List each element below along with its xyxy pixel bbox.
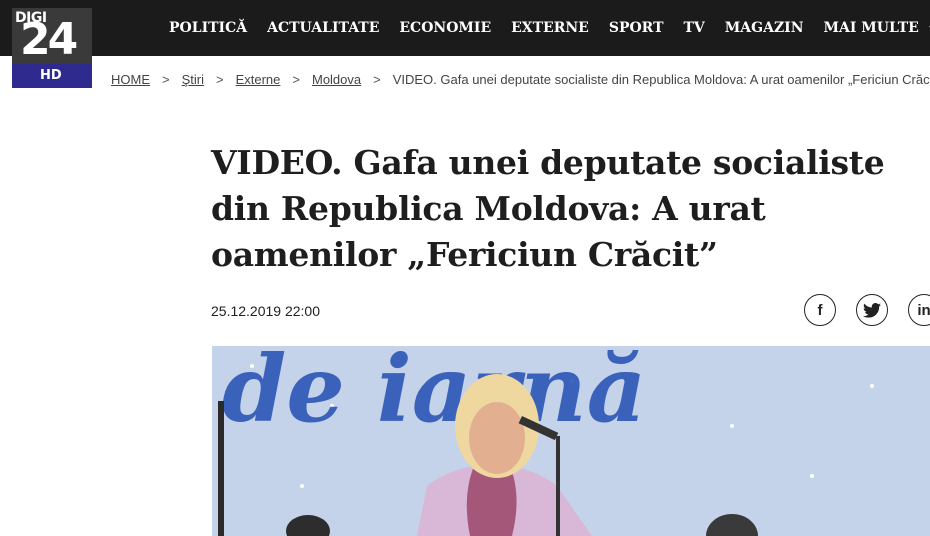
top-navigation-bar: POLITICĂ ACTUALITATE ECONOMIE EXTERNE SP… bbox=[0, 0, 930, 56]
article-title: VIDEO. Gafa unei deputate socialiste din… bbox=[211, 143, 885, 274]
hero-banner-text: de iarnă bbox=[222, 346, 646, 443]
logo-number: 24 bbox=[20, 14, 78, 65]
twitter-share-button[interactable] bbox=[856, 294, 888, 326]
breadcrumb-separator: > bbox=[162, 72, 170, 87]
share-buttons: f in bbox=[804, 294, 930, 326]
article-hero-image[interactable]: de iarnă bbox=[212, 346, 930, 536]
logo-block: DIGI 24 bbox=[12, 8, 92, 64]
facebook-share-button[interactable]: f bbox=[804, 294, 836, 326]
breadcrumb-externe[interactable]: Externe bbox=[236, 72, 281, 87]
breadcrumb-home[interactable]: HOME bbox=[111, 72, 150, 87]
facebook-icon: f bbox=[817, 301, 823, 319]
nav-item-sport[interactable]: SPORT bbox=[609, 20, 664, 36]
article-date: 25.12.2019 22:00 bbox=[211, 303, 320, 319]
nav-item-tv[interactable]: TV bbox=[683, 20, 704, 36]
mai-multe-label: MAI MULTE bbox=[823, 20, 919, 36]
breadcrumb-current: VIDEO. Gafa unei deputate socialiste din… bbox=[392, 72, 930, 87]
site-logo[interactable]: DIGI 24 HD bbox=[12, 8, 92, 88]
logo-hd-badge: HD bbox=[12, 64, 92, 88]
twitter-icon bbox=[863, 302, 881, 318]
breadcrumb-separator: > bbox=[292, 72, 300, 87]
linkedin-icon: in bbox=[917, 301, 930, 319]
breadcrumb-moldova[interactable]: Moldova bbox=[312, 72, 361, 87]
nav-item-politica[interactable]: POLITICĂ bbox=[169, 20, 247, 36]
breadcrumb-separator: > bbox=[215, 72, 224, 87]
nav-item-magazin[interactable]: MAGAZIN bbox=[725, 20, 804, 36]
breadcrumb: HOME > Ştiri > Externe > Moldova > VIDEO… bbox=[111, 72, 930, 87]
hero-photo: de iarnă bbox=[212, 346, 930, 536]
nav-item-mai-multe[interactable]: MAI MULTE bbox=[824, 20, 930, 36]
linkedin-share-button[interactable]: in bbox=[908, 294, 930, 326]
nav-item-externe[interactable]: EXTERNE bbox=[511, 20, 589, 36]
breadcrumb-stiri[interactable]: Ştiri bbox=[182, 72, 204, 87]
nav-item-economie[interactable]: ECONOMIE bbox=[399, 20, 491, 36]
nav-item-actualitate[interactable]: ACTUALITATE bbox=[267, 20, 379, 36]
main-nav: POLITICĂ ACTUALITATE ECONOMIE EXTERNE SP… bbox=[169, 0, 930, 56]
breadcrumb-separator: > bbox=[373, 72, 381, 87]
